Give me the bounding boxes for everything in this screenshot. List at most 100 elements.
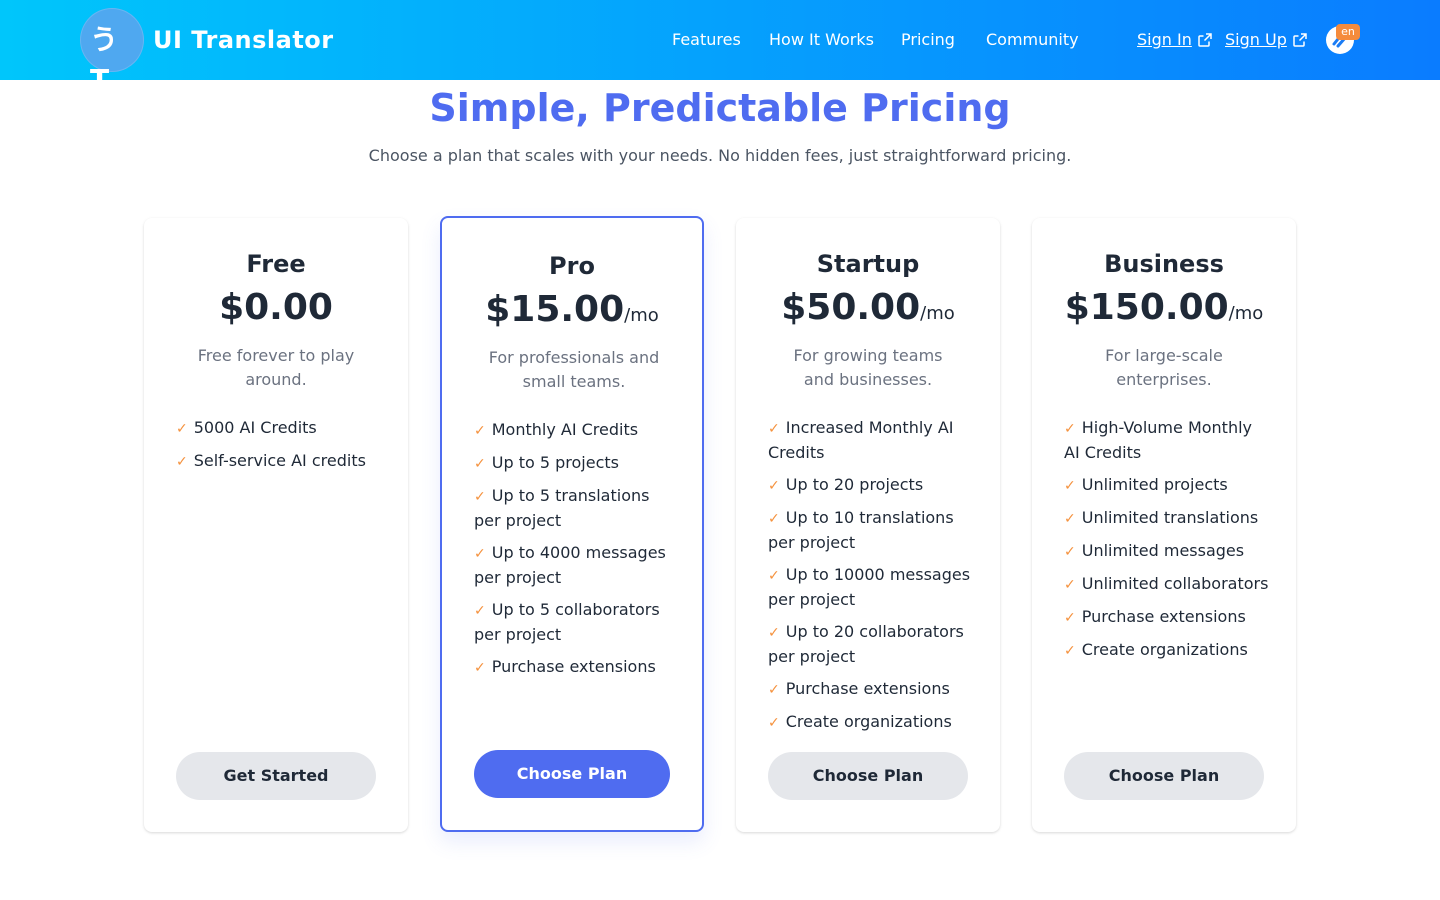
top-navbar: うT UI Translator Features How It Works P… [0,0,1440,96]
plan-price-period: /mo [1228,303,1264,324]
plan-price-period: /mo [624,305,659,326]
feature-text: Increased Monthly AI Credits [768,418,954,462]
plan-description: For professionals and small teams. [488,348,660,391]
language-badge: en [1336,24,1360,40]
plan-card-business: Business $150.00/mo For large-scale ente… [1032,218,1296,832]
plan-feature: ✓ Self-service AI credits [176,449,382,474]
feature-text: Unlimited translations [1081,508,1259,527]
plan-description: For large-scale enterprises. [1105,346,1223,389]
plan-feature: ✓ Purchase extensions [768,677,974,702]
feature-text: Unlimited projects [1081,475,1228,494]
plan-price: $150.00/mo [1032,286,1296,330]
feature-text: Create organizations [785,712,952,731]
plan-feature: ✓ Up to 4000 messages per project [474,541,680,590]
plan-feature-list: ✓ Monthly AI Credits ✓ Up to 5 projects ✓ U… [474,418,680,688]
brand-name[interactable]: UI Translator [153,24,334,56]
plan-feature: ✓ 5000 AI Credits [176,416,382,441]
check-icon: ✓ [768,625,780,641]
plan-card-startup: Startup $50.00/mo For growing teams and … [736,218,1000,832]
external-link-icon [1198,33,1212,47]
plan-card-free: Free $0.00 Free forever to play around. … [144,218,408,832]
feature-text: 5000 AI Credits [193,418,317,437]
feature-text: Up to 10000 messages per project [768,565,971,609]
feature-text: Self-service AI credits [193,451,366,470]
check-icon: ✓ [176,454,188,470]
page-subtitle: Choose a plan that scales with your need… [368,146,1072,165]
nav-pricing[interactable]: Pricing [901,28,955,52]
plan-feature: ✓ Purchase extensions [474,655,680,680]
check-icon: ✓ [1064,511,1076,527]
plan-feature: ✓ Up to 10000 messages per project [768,563,974,612]
feature-text: Up to 4000 messages per project [474,543,666,587]
plan-feature: ✓ Monthly AI Credits [474,418,680,443]
plan-name: Free [246,250,306,278]
plan-feature: ✓ Increased Monthly AI Credits [768,416,974,465]
plan-price-amount: $50.00 [781,287,921,328]
check-icon: ✓ [474,546,486,562]
feature-text: Up to 10 translations per project [768,508,954,552]
plan-price-amount: $15.00 [485,289,625,330]
nav-features[interactable]: Features [672,28,741,52]
plan-description: For growing teams and businesses. [793,346,943,389]
feature-text: Purchase extensions [1081,607,1246,626]
plan-description: Free forever to play around. [197,346,355,389]
plan-feature: ✓ Up to 5 collaborators per project [474,598,680,647]
get-started-button[interactable]: Get Started [176,752,376,800]
plan-price-period: /mo [920,303,955,324]
plan-feature: ✓ Up to 5 translations per project [474,484,680,533]
plan-feature: ✓ Up to 10 translations per project [768,506,974,555]
feature-text: High-Volume Monthly AI Credits [1064,418,1252,462]
check-icon: ✓ [768,511,780,527]
sign-in-link[interactable]: Sign In [1137,28,1212,52]
plan-feature: ✓ Create organizations [1064,638,1270,663]
plan-feature: ✓ High-Volume Monthly AI Credits [1064,416,1270,465]
nav-community[interactable]: Community [986,28,1079,52]
check-icon: ✓ [474,423,486,439]
feature-text: Monthly AI Credits [491,420,639,439]
check-icon: ✓ [474,603,486,619]
feature-text: Purchase extensions [491,657,656,676]
check-icon: ✓ [768,568,780,584]
plan-feature: ✓ Unlimited messages [1064,539,1270,564]
feature-text: Up to 5 projects [491,453,619,472]
plan-feature: ✓ Up to 20 projects [768,473,974,498]
sign-up-link[interactable]: Sign Up [1225,28,1307,52]
choose-plan-button-startup[interactable]: Choose Plan [768,752,968,800]
plan-name: Pro [549,252,595,280]
feature-text: Up to 20 projects [785,475,924,494]
check-icon: ✓ [1064,544,1076,560]
plan-name: Startup [816,250,920,278]
feature-text: Up to 5 translations per project [474,486,650,530]
check-icon: ✓ [1064,577,1076,593]
plan-price: $15.00/mo [442,288,702,332]
sign-up-label: Sign Up [1225,30,1287,49]
plan-feature: ✓ Purchase extensions [1064,605,1270,630]
plan-name: Business [1104,250,1224,278]
feature-text: Unlimited collaborators [1081,574,1269,593]
check-icon: ✓ [768,421,780,437]
feature-text: Up to 5 collaborators per project [474,600,660,644]
feature-text: Up to 20 collaborators per project [768,622,964,666]
plan-card-pro: Pro $15.00/mo For professionals and smal… [440,216,704,832]
plan-feature: ✓ Up to 5 projects [474,451,680,476]
feature-text: Create organizations [1081,640,1248,659]
logo-mark: うT [90,23,120,96]
check-icon: ✓ [1064,610,1076,626]
feature-text: Purchase extensions [785,679,950,698]
nav-how-it-works[interactable]: How It Works [769,28,874,52]
sign-in-label: Sign In [1137,30,1192,49]
plan-price: $0.00 [144,286,408,330]
feature-text: Unlimited messages [1081,541,1245,560]
check-icon: ✓ [474,660,486,676]
plan-feature: ✓ Up to 20 collaborators per project [768,620,974,669]
check-icon: ✓ [768,478,780,494]
check-icon: ✓ [474,489,486,505]
external-link-icon [1293,33,1307,47]
choose-plan-button-pro[interactable]: Choose Plan [474,750,670,798]
check-icon: ✓ [1064,478,1076,494]
plan-feature-list: ✓ Increased Monthly AI Credits ✓ Up to 20 … [768,416,974,743]
plan-feature: ✓ Unlimited collaborators [1064,572,1270,597]
choose-plan-button-business[interactable]: Choose Plan [1064,752,1264,800]
check-icon: ✓ [768,682,780,698]
plan-feature-list: ✓ 5000 AI Credits ✓ Self-service AI credit… [176,416,382,482]
